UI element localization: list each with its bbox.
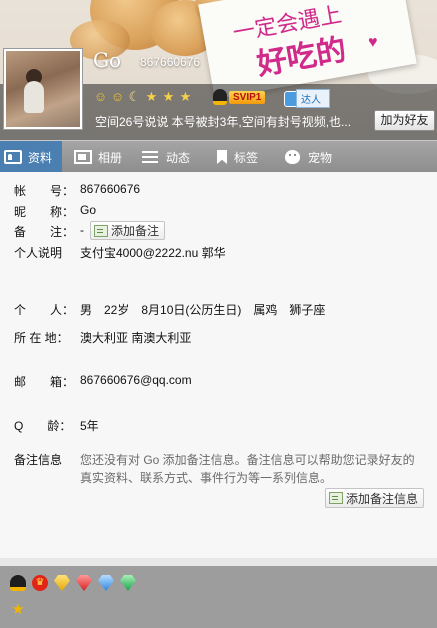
personal-value: 男 22岁 8月10日(公历生日) 属鸡 狮子座 xyxy=(80,303,326,317)
profile-details-panel: 帐 号： 867660676 昵 称： Go 备 注： - 添加备注 个人说明 … xyxy=(0,172,437,558)
email-label: 邮 箱： xyxy=(14,375,75,389)
profile-card-icon xyxy=(4,150,22,164)
avatar-person-body xyxy=(24,81,44,113)
tab-profile[interactable]: 资料 xyxy=(0,141,62,173)
blue-diamond-icon[interactable] xyxy=(98,575,114,591)
badge-row: ★ xyxy=(10,601,26,617)
user-nickname: Go xyxy=(93,48,122,72)
avatar[interactable] xyxy=(3,48,83,130)
tab-feed[interactable]: 动态 xyxy=(132,141,204,173)
section-divider xyxy=(0,558,437,566)
remark-info-description: 您还没有对 Go 添加备注信息。备注信息可以帮助您记录好友的真实资料、联系方式、… xyxy=(80,453,415,485)
qage-value: 5年 xyxy=(80,419,99,433)
remark-value: - xyxy=(80,223,84,237)
add-remark-info-button[interactable]: 添加备注信息 xyxy=(325,488,425,508)
qq-penguin-badge-icon[interactable] xyxy=(10,575,26,591)
tab-label: 相册 xyxy=(98,150,123,165)
service-badges-panel: ♛ ★ xyxy=(0,566,437,628)
tab-label: 标签 xyxy=(234,150,259,165)
photo-album-icon xyxy=(74,150,92,164)
tab-album[interactable]: 相册 xyxy=(62,141,132,173)
avatar-photo xyxy=(6,51,80,127)
account-label: 帐 号： xyxy=(14,184,75,198)
location-value: 澳大利亚 南澳大利亚 xyxy=(80,331,192,345)
note-icon xyxy=(329,492,343,504)
badge-row: ♛ xyxy=(10,575,136,591)
heart-icon: ♥ xyxy=(368,34,378,51)
qage-label: Q 龄： xyxy=(14,419,72,433)
daren-label: 达人 xyxy=(296,89,330,108)
sun-level-icon: ☺ xyxy=(93,89,108,104)
feed-list-icon xyxy=(142,150,160,164)
nickname-value: Go xyxy=(80,203,97,217)
red-diamond-icon[interactable] xyxy=(76,575,92,591)
location-label: 所 在 地： xyxy=(14,331,69,345)
add-remark-button[interactable]: 添加备注 xyxy=(90,221,166,240)
nickname-label: 昵 称： xyxy=(14,205,75,219)
svip-label: SVIP1 xyxy=(229,90,266,104)
add-friend-button[interactable]: 加为好友 xyxy=(374,110,435,131)
yellow-diamond-icon[interactable] xyxy=(54,575,70,591)
qq-penguin-icon xyxy=(213,89,227,105)
tab-tags[interactable]: 标签 xyxy=(204,141,274,173)
tab-pet[interactable]: 宠物 xyxy=(274,141,354,173)
tab-bar: 资料 相册 动态 标签 宠物 xyxy=(0,140,437,173)
personal-label: 个 人： xyxy=(14,303,75,317)
pet-icon xyxy=(284,150,302,164)
tab-label: 宠物 xyxy=(308,150,333,165)
bio-label: 个人说明 xyxy=(14,246,63,260)
account-value: 867660676 xyxy=(80,182,141,196)
bio-value: 支付宝4000@2222.nu 郭华 xyxy=(80,246,226,260)
star-level-icon: ★ xyxy=(179,89,192,104)
bookmark-tag-icon xyxy=(216,150,228,164)
star-level-icon: ★ xyxy=(145,89,158,104)
red-diamond-badge-icon[interactable]: ♛ xyxy=(32,575,48,591)
tab-label: 资料 xyxy=(28,150,53,165)
note-icon xyxy=(94,224,108,237)
user-qq-number: 867660676 xyxy=(140,55,201,69)
email-value[interactable]: 867660676@qq.com xyxy=(80,373,192,387)
tab-label: 动态 xyxy=(166,150,191,165)
star-level-icon: ★ xyxy=(162,89,175,104)
add-remark-label: 添加备注 xyxy=(111,224,160,238)
daren-badge[interactable]: 达人 xyxy=(284,89,330,108)
remark-label: 备 注： xyxy=(14,225,75,239)
green-diamond-icon[interactable] xyxy=(120,575,136,591)
qzone-status-text[interactable]: 空间26号说说 本号被封3年,空间有封号视频,也... xyxy=(95,113,365,130)
svip-badge[interactable]: SVIP1 xyxy=(213,89,266,105)
star-badge-icon[interactable]: ★ xyxy=(10,601,26,617)
qq-level-icons[interactable]: ☺ ☺ ☾ ★ ★ ★ xyxy=(93,89,193,104)
moon-level-icon: ☾ xyxy=(128,89,141,104)
sun-level-icon: ☺ xyxy=(110,89,125,104)
remark-info-label: 备注信息 xyxy=(14,453,63,467)
add-remark-info-label: 添加备注信息 xyxy=(346,491,419,506)
